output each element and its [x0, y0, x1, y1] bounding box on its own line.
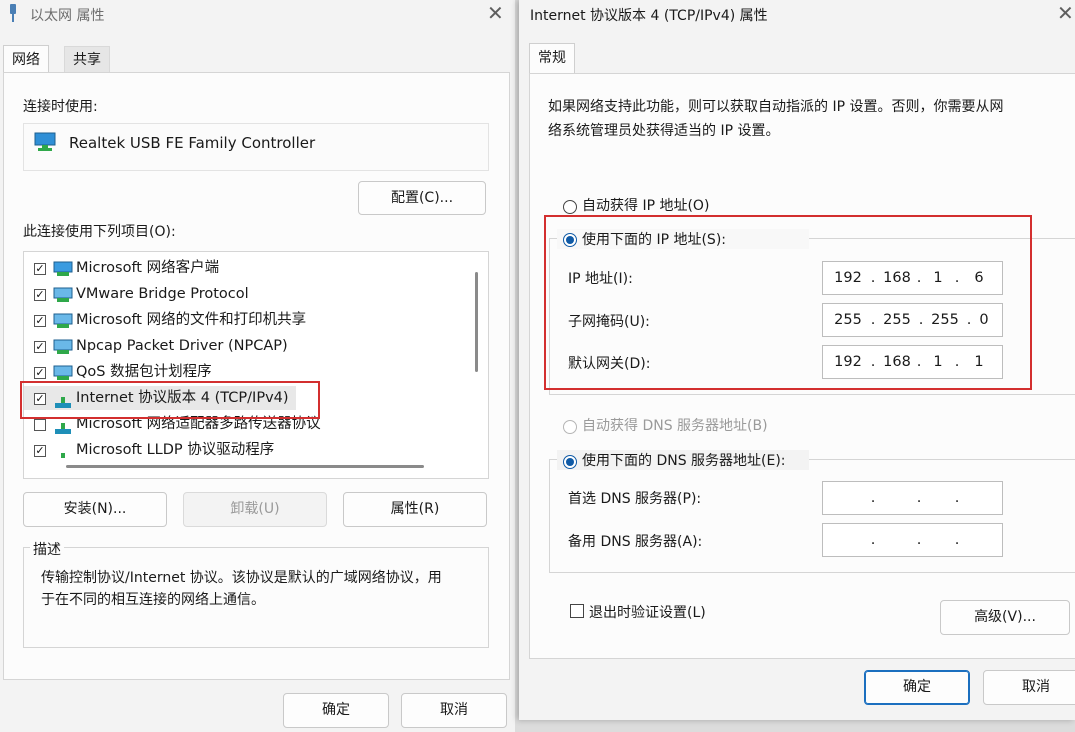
uninstall-button[interactable]: 卸载(U) — [183, 492, 327, 527]
items-label: 此连接使用下列项目(O): — [23, 224, 176, 240]
checkbox[interactable]: ✓ — [34, 341, 46, 353]
window-title: Internet 协议版本 4 (TCP/IPv4) 属性 — [530, 8, 768, 24]
horizontal-scrollbar-track — [24, 458, 488, 478]
auto-dns-label: 自动获得 DNS 服务器地址(B) — [582, 418, 768, 434]
checkbox[interactable]: ✓ — [34, 315, 46, 327]
checkbox[interactable]: ✓ — [34, 263, 46, 275]
intro-text: 如果网络支持此功能，则可以获取自动指派的 IP 设置。否则，你需要从网 络系统管… — [548, 99, 1004, 139]
network-adapter-icon — [34, 132, 56, 156]
checkbox[interactable]: ✓ — [34, 367, 46, 379]
network-adapter-icon — [8, 4, 18, 22]
install-button[interactable]: 安装(N)... — [23, 492, 167, 527]
cancel-button[interactable]: 取消 — [401, 693, 507, 728]
auto-ip-label: 自动获得 IP 地址(O) — [582, 198, 710, 214]
components-list: ✓ Microsoft 网络客户端 ✓ VMware Bridge Protoc… — [23, 251, 489, 479]
alternate-dns-label: 备用 DNS 服务器(A): — [568, 534, 703, 550]
checkbox[interactable]: ✓ — [34, 289, 46, 301]
adapter-field: Realtek USB FE Family Controller — [23, 123, 489, 171]
advanced-button[interactable]: 高级(V)... — [940, 600, 1070, 635]
list-item[interactable]: ✓ Npcap Packet Driver (NPCAP) — [24, 333, 469, 359]
checkbox[interactable]: ✓ — [34, 445, 46, 457]
adapter-name: Realtek USB FE Family Controller — [69, 134, 316, 152]
properties-button[interactable]: 属性(R) — [343, 492, 487, 527]
list-item[interactable]: ✓ VMware Bridge Protocol — [24, 281, 469, 307]
window-title: 以太网 属性 — [30, 8, 105, 24]
manual-dns-radio[interactable] — [563, 455, 577, 469]
highlight-box — [544, 215, 1032, 390]
validate-checkbox[interactable] — [570, 604, 584, 618]
configure-button[interactable]: 配置(C)... — [358, 181, 486, 215]
validate-label: 退出时验证设置(L) — [589, 605, 706, 621]
close-icon[interactable]: ✕ — [1057, 3, 1074, 23]
preferred-dns-label: 首选 DNS 服务器(P): — [568, 491, 702, 507]
tab-network[interactable]: 网络 — [3, 45, 49, 74]
tab-general[interactable]: 常规 — [529, 43, 575, 74]
manual-dns-label: 使用下面的 DNS 服务器地址(E): — [582, 453, 786, 469]
ok-button[interactable]: 确定 — [864, 670, 970, 705]
ipv4-properties-dialog: Internet 协议版本 4 (TCP/IPv4) 属性 ✕ 常规 如果网络支… — [519, 0, 1075, 720]
horizontal-scrollbar[interactable] — [66, 465, 424, 468]
vertical-scrollbar[interactable] — [475, 272, 478, 372]
auto-dns-radio[interactable] — [563, 420, 577, 434]
list-items: ✓ Microsoft 网络客户端 ✓ VMware Bridge Protoc… — [24, 255, 469, 463]
list-item[interactable]: ✓ Microsoft 网络客户端 — [24, 255, 469, 281]
ok-button[interactable]: 确定 — [283, 693, 389, 728]
description-label: 描述 — [30, 539, 64, 559]
tab-sharing[interactable]: 共享 — [64, 46, 110, 74]
close-icon[interactable]: ✕ — [487, 3, 504, 23]
connect-using-label: 连接时使用: — [23, 99, 98, 115]
ethernet-properties-dialog: 以太网 属性 ✕ 网络 共享 连接时使用: Realtek USB FE Fam… — [0, 0, 515, 732]
auto-ip-radio[interactable] — [563, 200, 577, 214]
preferred-dns-input[interactable]: . . . — [822, 481, 1003, 515]
alternate-dns-input[interactable]: . . . — [822, 523, 1003, 557]
description-text: 传输控制协议/Internet 协议。该协议是默认的广域网络协议，用 于在不同的… — [41, 570, 442, 608]
list-item[interactable]: ✓ Microsoft 网络的文件和打印机共享 — [24, 307, 469, 333]
cancel-button[interactable]: 取消 — [983, 670, 1075, 705]
highlight-box — [20, 381, 320, 419]
checkbox[interactable] — [34, 419, 46, 431]
